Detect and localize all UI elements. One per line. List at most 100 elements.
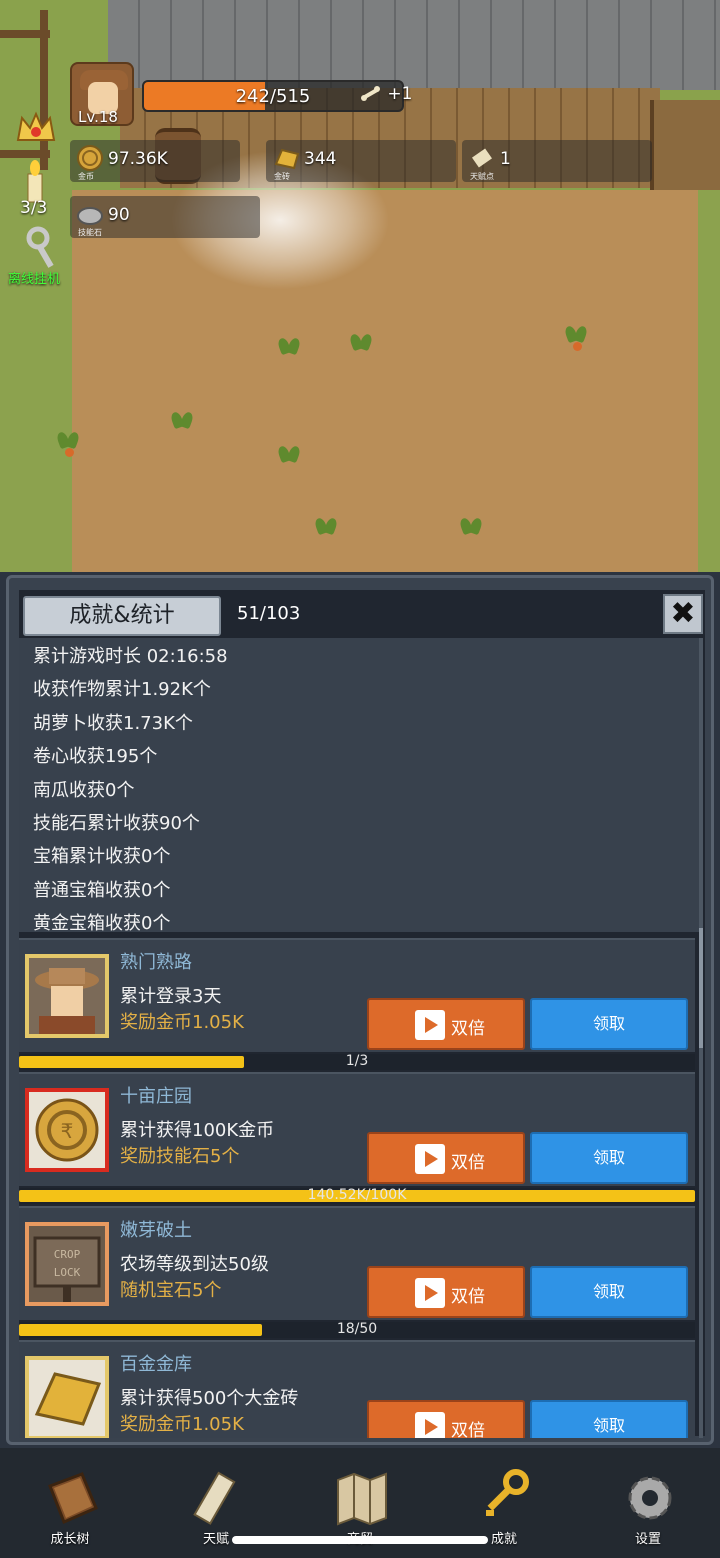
crop-lock-icon: CROP LOCK: [25, 1222, 109, 1306]
claim-button[interactable]: 领取: [530, 1400, 688, 1438]
key-icon: [486, 1469, 529, 1516]
video-play-icon: [415, 1412, 445, 1438]
progress-text: 18/50: [336, 1321, 378, 1337]
achievement-desc: 累计获得500个大金砖: [120, 1388, 299, 1409]
book-icon: [48, 1472, 98, 1525]
skillstone-label: 技能石: [78, 228, 102, 237]
nav-growth-tree[interactable]: 成长树: [20, 1462, 120, 1552]
achievement-desc: 累计获得100K金币: [120, 1120, 275, 1141]
panel-title-tab[interactable]: 成就&统计: [23, 596, 221, 636]
achievement-name: 嫩芽破土: [120, 1220, 192, 1241]
crop-sprout[interactable]: [312, 516, 342, 544]
nav-label: 成长树: [50, 1532, 90, 1547]
home-indicator[interactable]: [232, 1536, 488, 1544]
idle-label[interactable]: 离线挂机: [8, 268, 60, 287]
stat-item: 南瓜收获0个: [33, 779, 135, 801]
bone-icon: [361, 86, 380, 101]
svg-text:LOCK: LOCK: [54, 1266, 81, 1279]
talent-plus-text: +1: [387, 84, 413, 104]
achievement-desc: 累计登录3天: [120, 986, 222, 1007]
gold-coin-icon: [77, 145, 103, 171]
gold-resource[interactable]: 97.36K 金币: [70, 140, 240, 182]
crop-sprout[interactable]: [275, 444, 305, 472]
double-reward-button[interactable]: 双倍: [367, 1266, 525, 1318]
double-label: 双倍: [451, 1153, 485, 1173]
farmer-avatar-icon: [25, 954, 109, 1038]
skillstone-value: 90: [108, 205, 130, 225]
achievement-reward: 奖励金币1.05K: [120, 1414, 244, 1435]
talent-resource[interactable]: 1 天赋点: [462, 140, 652, 182]
panel-scroll-thumb[interactable]: [699, 928, 703, 1048]
map-icon: [337, 1472, 387, 1526]
video-play-icon: [415, 1144, 445, 1174]
stat-item: 卷心收获195个: [33, 746, 158, 768]
stats-list: 累计游戏时长 02:16:58 收获作物累计1.92K个 胡萝卜收获1.73K个…: [19, 638, 699, 934]
achievement-reward: 奖励技能石5个: [120, 1146, 240, 1167]
farm-field[interactable]: [70, 190, 700, 572]
achievement-item: 百金金库 累计获得500个大金砖 奖励金币1.05K 双倍 领取: [19, 1340, 695, 1438]
talent-label: 天赋点: [470, 172, 494, 181]
claim-button[interactable]: 领取: [530, 998, 688, 1050]
achievement-name: 百金金库: [120, 1354, 192, 1375]
crop-sprout[interactable]: [275, 336, 305, 364]
double-reward-button[interactable]: 双倍: [367, 998, 525, 1050]
achievement-name: 十亩庄园: [120, 1086, 192, 1107]
achievement-panel: 成就&统计 51/103 ✖ 累计游戏时长 02:16:58 收获作物累计1.9…: [6, 575, 714, 1445]
crop-sprout[interactable]: [347, 332, 377, 360]
stat-item: 黄金宝箱收获0个: [33, 913, 171, 935]
achievement-progress: 18/50: [19, 1321, 695, 1338]
achievement-progress: 1/3: [19, 1053, 695, 1070]
achievement-item: 熟门熟路 累计登录3天 奖励金币1.05K 双倍 领取: [19, 938, 695, 1052]
crop-carrot[interactable]: [54, 430, 84, 458]
svg-text:CROP: CROP: [54, 1248, 81, 1261]
goldbar-resource[interactable]: 344 金砖: [266, 140, 456, 182]
nav-settings[interactable]: 设置: [598, 1462, 698, 1552]
stat-item: 累计游戏时长 02:16:58: [33, 646, 228, 667]
skillstone-resource[interactable]: 90 技能石: [70, 196, 260, 238]
player-level: Lv.18: [78, 108, 118, 126]
svg-text:₹: ₹: [61, 1119, 74, 1143]
idle-key-icon[interactable]: [24, 226, 64, 272]
gold-value: 97.36K: [108, 149, 168, 169]
crown-icon[interactable]: [14, 110, 58, 148]
talent-plus: +1: [360, 84, 412, 104]
achievement-desc: 农场等级到达50级: [120, 1254, 269, 1275]
gold-label: 金币: [78, 172, 94, 181]
crop-carrot[interactable]: [562, 324, 592, 352]
game-root: { "hud": { "level": "Lv.18", "xp_text": …: [0, 0, 720, 1558]
stat-item: 普通宝箱收获0个: [33, 879, 171, 901]
progress-text: 1/3: [345, 1053, 369, 1069]
progress-text: 140.52K/100K: [307, 1187, 407, 1203]
achievement-reward: 随机宝石5个: [120, 1280, 222, 1301]
goldbar-value: 344: [304, 149, 337, 169]
double-reward-button[interactable]: 双倍: [367, 1400, 525, 1438]
crop-sprout[interactable]: [168, 410, 198, 438]
stat-item: 宝箱累计收获0个: [33, 846, 171, 868]
crop-sprout[interactable]: [457, 516, 487, 544]
nav-label: 设置: [634, 1532, 661, 1547]
double-label: 双倍: [451, 1421, 485, 1438]
achievement-progress: 140.52K/100K: [19, 1187, 695, 1204]
gold-bar-icon: [274, 148, 300, 170]
achievement-reward: 奖励金币1.05K: [120, 1012, 244, 1033]
claim-button[interactable]: 领取: [530, 1132, 688, 1184]
gold-bar-icon: [25, 1356, 109, 1438]
double-label: 双倍: [451, 1287, 485, 1307]
claim-button[interactable]: 领取: [530, 1266, 688, 1318]
video-play-icon: [415, 1010, 445, 1040]
talent-value: 1: [500, 149, 511, 169]
close-icon[interactable]: ✖: [663, 594, 703, 634]
fence-rail: [0, 150, 50, 158]
stone-icon: [77, 207, 103, 225]
double-label: 双倍: [451, 1019, 485, 1039]
stat-item: 技能石累计收获90个: [33, 812, 200, 834]
grass-border-right: [698, 190, 720, 572]
gear-icon: [628, 1476, 672, 1520]
gold-coin-icon: ₹: [25, 1088, 109, 1172]
goldbar-label: 金砖: [274, 172, 290, 181]
stat-item: 收获作物累计1.92K个: [33, 679, 211, 701]
farm-scene[interactable]: Lv.18 242/515 +1 97.36K 金币 344 金砖 1 天赋点 …: [0, 0, 720, 572]
double-reward-button[interactable]: 双倍: [367, 1132, 525, 1184]
achievement-name: 熟门熟路: [120, 952, 192, 973]
video-play-icon: [415, 1278, 445, 1308]
